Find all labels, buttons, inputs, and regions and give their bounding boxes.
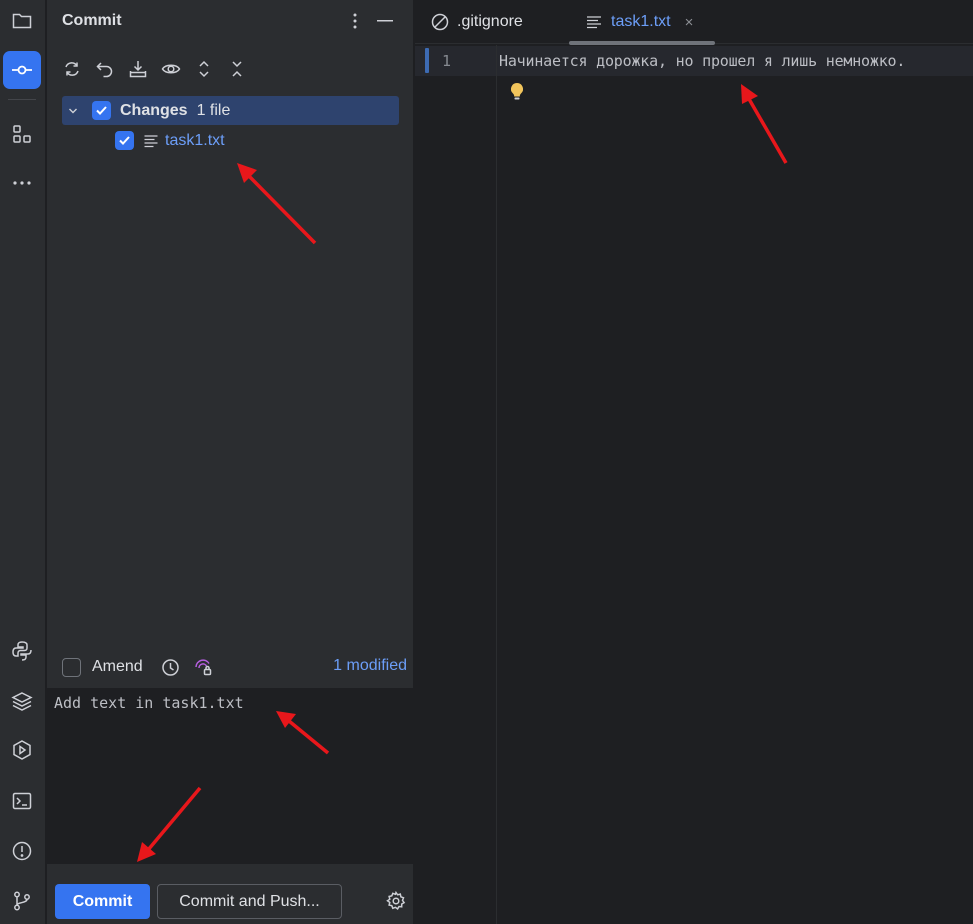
changes-group-checkbox[interactable] <box>92 101 111 120</box>
tab-label: task1.txt <box>611 13 671 30</box>
rollback-icon[interactable] <box>90 54 120 84</box>
code-editor[interactable]: 1 Начинается дорожка, но прошел я лишь н… <box>415 45 973 924</box>
activity-separator <box>8 99 36 100</box>
expand-icon[interactable] <box>189 54 219 84</box>
file-checkbox[interactable] <box>115 131 134 150</box>
commit-icon[interactable] <box>3 51 41 89</box>
changes-group-row[interactable]: Changes 1 file <box>62 96 399 125</box>
structure-icon[interactable] <box>3 115 41 153</box>
line-number: 1 <box>442 52 452 70</box>
text-file-icon <box>144 134 158 147</box>
more-icon[interactable] <box>3 164 41 202</box>
ignore-file-icon <box>431 13 449 31</box>
python-icon[interactable] <box>3 632 41 670</box>
close-icon[interactable]: × <box>685 14 694 31</box>
modified-count-link[interactable]: 1 modified <box>333 657 407 675</box>
commit-panel: Commit Changes 1 file task1.txt Amend 1 … <box>47 0 414 924</box>
gear-icon[interactable] <box>386 891 406 911</box>
options-menu-icon[interactable] <box>346 10 364 32</box>
commit-message-input[interactable]: Add text in task1.txt <box>47 688 413 864</box>
amend-label[interactable]: Amend <box>92 658 143 676</box>
commit-button[interactable]: Commit <box>55 884 150 919</box>
gutter-separator <box>496 45 497 924</box>
run-icon[interactable] <box>3 731 41 769</box>
file-row[interactable]: task1.txt <box>62 126 399 155</box>
refresh-icon[interactable] <box>57 54 87 84</box>
tab-label: .gitignore <box>457 13 523 30</box>
text-file-icon <box>587 16 601 29</box>
commit-toolbar <box>57 54 252 84</box>
tab-task1[interactable]: task1.txt × <box>585 0 693 44</box>
minimize-icon[interactable] <box>374 10 396 32</box>
git-branch-icon[interactable] <box>3 882 41 920</box>
folder-icon[interactable] <box>3 1 41 39</box>
changes-tree: Changes 1 file task1.txt <box>62 96 399 155</box>
problems-icon[interactable] <box>3 832 41 870</box>
changes-group-count: 1 file <box>196 101 231 119</box>
panel-title: Commit <box>62 12 122 29</box>
commit-and-push-button[interactable]: Commit and Push... <box>157 884 342 919</box>
amend-checkbox[interactable] <box>62 657 81 677</box>
code-line[interactable]: Начинается дорожка, но прошел я лишь нем… <box>499 52 905 70</box>
history-clock-icon[interactable] <box>161 657 181 677</box>
preview-icon[interactable] <box>156 54 186 84</box>
shelve-icon[interactable] <box>123 54 153 84</box>
editor-tabs: .gitignore task1.txt × <box>415 0 973 45</box>
terminal-icon[interactable] <box>3 782 41 820</box>
commit-buttons: Commit Commit and Push... <box>55 884 407 919</box>
amend-row: Amend 1 modified <box>62 654 407 680</box>
tab-gitignore[interactable]: .gitignore <box>431 0 523 44</box>
layers-icon[interactable] <box>3 682 41 720</box>
ai-commit-message-icon[interactable] <box>193 657 213 677</box>
lightbulb-icon[interactable] <box>508 81 526 103</box>
chevron-down-icon[interactable] <box>64 102 82 120</box>
file-name: task1.txt <box>165 131 225 149</box>
collapse-icon[interactable] <box>222 54 252 84</box>
activity-bar <box>0 0 46 924</box>
change-marker[interactable] <box>425 48 429 73</box>
changes-group-label: Changes <box>120 101 188 119</box>
